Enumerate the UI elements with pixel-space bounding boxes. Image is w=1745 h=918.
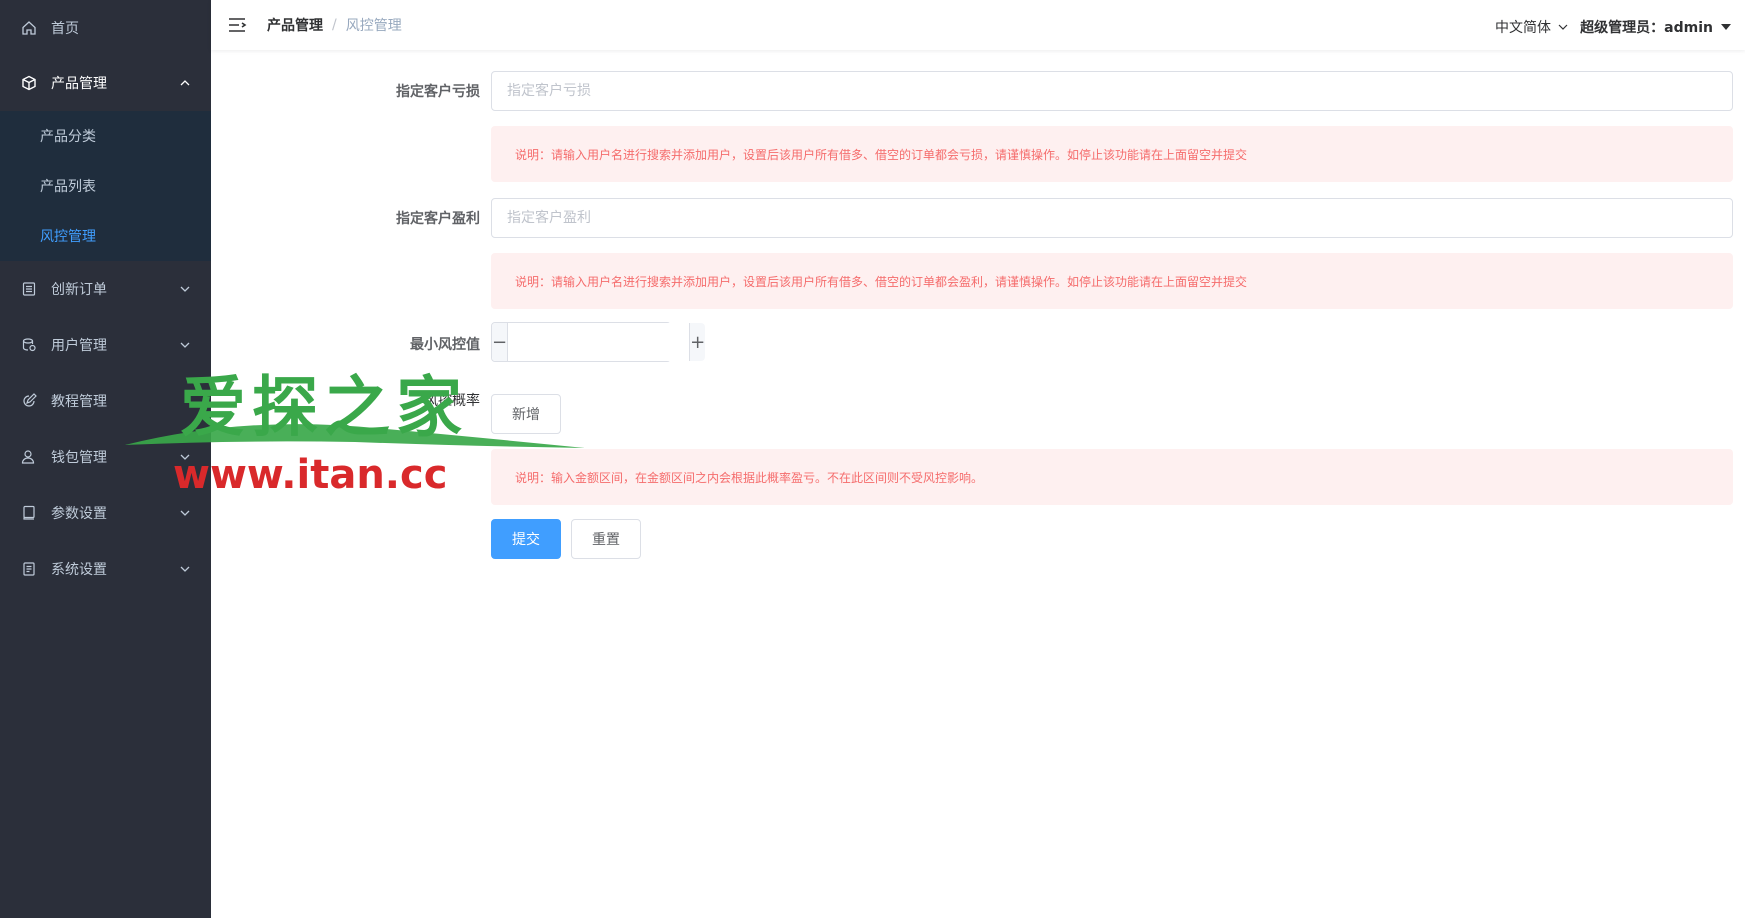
chevron-down-icon xyxy=(179,563,191,575)
increment-button[interactable]: + xyxy=(689,323,706,361)
document-icon xyxy=(21,561,37,577)
book-icon xyxy=(21,505,37,521)
sidebar-item-label: 首页 xyxy=(51,20,79,37)
home-icon xyxy=(21,20,37,36)
min-risk-input[interactable] xyxy=(508,323,690,361)
list-icon xyxy=(21,281,37,297)
chevron-up-icon xyxy=(179,77,191,89)
cube-icon xyxy=(21,75,37,91)
sidebar-item-product[interactable]: 产品管理 xyxy=(0,55,211,111)
profit-note-alert: 说明：请输入用户名进行搜索并添加用户，设置后该用户所有借多、借空的订单都会盈利，… xyxy=(491,253,1733,309)
top-navbar: 产品管理 / 风控管理 中文简体 超级管理员：admin xyxy=(211,0,1745,50)
reset-button[interactable]: 重置 xyxy=(571,519,641,559)
sidebar-item-home[interactable]: 首页 xyxy=(0,0,211,55)
submit-button[interactable]: 提交 xyxy=(491,519,561,559)
min-risk-stepper: − + xyxy=(491,322,706,362)
sidebar-item-risk-control[interactable]: 风控管理 xyxy=(0,211,211,261)
watermark-url-text: www.itan.cc xyxy=(173,452,447,498)
watermark-logo-text: 爱探之家 xyxy=(180,369,468,446)
breadcrumb-separator: / xyxy=(332,17,337,33)
chevron-down-icon xyxy=(179,507,191,519)
product-submenu: 产品分类 产品列表 风控管理 xyxy=(0,111,211,261)
language-label: 中文简体 xyxy=(1495,20,1551,36)
edit-icon xyxy=(21,393,37,409)
caret-down-icon xyxy=(1721,24,1731,30)
sidebar-item-label: 钱包管理 xyxy=(51,450,107,466)
site-watermark: 爱探之家 www.itan.cc xyxy=(125,369,585,498)
language-dropdown[interactable]: 中文简体 xyxy=(1495,17,1569,37)
sidebar-item-label: 系统设置 xyxy=(51,562,107,578)
sidebar-item-product-list[interactable]: 产品列表 xyxy=(0,161,211,211)
sidebar-item-label: 创新订单 xyxy=(51,282,107,298)
chevron-down-icon xyxy=(179,283,191,295)
hamburger-menu-icon[interactable] xyxy=(227,15,247,35)
sidebar-item-label: 用户管理 xyxy=(51,338,107,354)
loss-label: 指定客户亏损 xyxy=(396,84,480,100)
decrement-button[interactable]: − xyxy=(492,323,509,361)
breadcrumb-item[interactable]: 产品管理 xyxy=(267,15,323,35)
sidebar-item-product-category[interactable]: 产品分类 xyxy=(0,111,211,161)
users-icon xyxy=(21,337,37,353)
sidebar-item-label: 产品管理 xyxy=(51,76,107,92)
probability-note-alert: 说明：输入金额区间，在金额区间之内会根据此概率盈亏。不在此区间则不受风控影响。 xyxy=(491,449,1733,505)
sidebar-item-label: 教程管理 xyxy=(51,394,107,410)
user-icon xyxy=(21,449,37,465)
sidebar-item-system[interactable]: 系统设置 xyxy=(0,541,211,597)
sidebar-item-orders[interactable]: 创新订单 xyxy=(0,261,211,317)
breadcrumb-item-current: 风控管理 xyxy=(345,18,402,34)
loss-customer-input[interactable] xyxy=(491,71,1733,111)
sidebar-item-label: 参数设置 xyxy=(51,506,107,522)
chevron-down-icon xyxy=(179,339,191,351)
user-dropdown[interactable]: 超级管理员：admin xyxy=(1580,17,1731,37)
profit-customer-input[interactable] xyxy=(491,198,1733,238)
loss-note-alert: 说明：请输入用户名进行搜索并添加用户，设置后该用户所有借多、借空的订单都会亏损，… xyxy=(491,126,1733,182)
breadcrumb: 产品管理 / 风控管理 xyxy=(267,15,402,35)
min-risk-label: 最小风控值 xyxy=(410,337,480,353)
chevron-down-icon xyxy=(1558,24,1568,30)
user-name: 超级管理员：admin xyxy=(1580,20,1713,36)
profit-label: 指定客户盈利 xyxy=(396,211,480,227)
